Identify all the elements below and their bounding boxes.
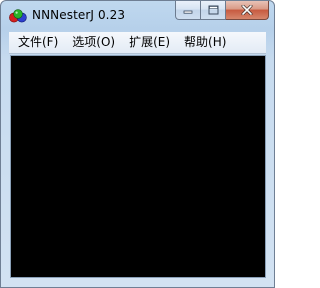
menu-bar: 文件(F) 选项(O) 扩展(E) 帮助(H)	[9, 32, 266, 54]
minimize-icon	[183, 10, 193, 14]
menu-help[interactable]: 帮助(H)	[177, 32, 233, 53]
title-bar[interactable]: NNNesterJ 0.23	[1, 1, 274, 31]
maximize-button[interactable]	[201, 1, 226, 20]
close-button[interactable]	[226, 1, 269, 20]
caption-buttons	[175, 1, 269, 21]
minimize-button[interactable]	[175, 1, 201, 20]
emulator-display[interactable]	[10, 55, 266, 278]
maximize-icon	[208, 5, 218, 15]
close-icon	[241, 5, 253, 15]
menu-options[interactable]: 选项(O)	[65, 32, 122, 53]
app-window: NNNesterJ 0.23 文件(F) 选项(O) 扩展(E) 帮助(H)	[0, 0, 275, 288]
window-title: NNNesterJ 0.23	[32, 8, 126, 22]
menu-extend[interactable]: 扩展(E)	[122, 32, 177, 53]
three-balls-icon[interactable]	[9, 9, 27, 23]
menu-file[interactable]: 文件(F)	[9, 32, 65, 53]
